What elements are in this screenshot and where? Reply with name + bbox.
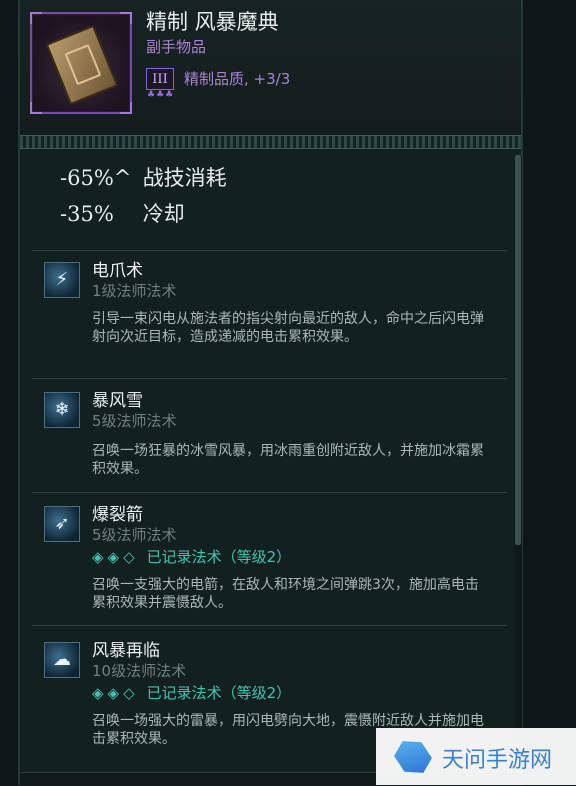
watermark: 天问手游网 xyxy=(376,728,576,785)
section-divider xyxy=(32,250,507,251)
recorded-spell-label: 已记录法术（等级2） xyxy=(146,684,292,702)
skill-level: 5级法师法术 xyxy=(92,412,177,430)
stat-list: -65%^ 战技消耗 -35% 冷却 xyxy=(20,150,521,250)
stat-label: 战技消耗 xyxy=(142,166,227,190)
section-divider xyxy=(32,378,507,379)
bursting-arrow-icon: ➶ xyxy=(44,506,80,542)
stat-value: -35% xyxy=(60,202,114,226)
skill-name: 风暴再临 xyxy=(92,641,160,661)
watermark-text: 天问手游网 xyxy=(442,748,553,773)
skill-entry[interactable]: ❄ 暴风雪 5级法师法术 召唤一场狂暴的冰雪风暴，用冰雨重创附近敌人，并施加冰霜… xyxy=(32,386,497,486)
stat-value: -65%^ xyxy=(60,166,132,190)
scrollbar[interactable] xyxy=(514,155,522,780)
skill-description: 引导一束闪电从施法者的指尖射向最近的敌人，命中之后闪电弹射向次近目标，造成递减的… xyxy=(92,311,484,345)
skill-entry[interactable]: ⚡ 电爪术 1级法师法术 引导一束闪电从施法者的指尖射向最近的敌人，命中之后闪电… xyxy=(32,256,497,376)
skill-description: 召唤一场狂暴的冰雪风暴，用冰雨重创附近敌人，并施加冰霜累积效果。 xyxy=(92,443,484,477)
item-name: 精制 风暴魔典 xyxy=(146,10,279,34)
hexagon-logo-icon xyxy=(390,734,436,780)
skill-entry[interactable]: ➶ 爆裂箭 5级法师法术 ◈◈◇ 已记录法术（等级2） 召唤一支强大的电箭，在敌人… xyxy=(32,500,497,620)
skill-name: 暴风雪 xyxy=(92,391,143,411)
skill-level: 5级法师法术 xyxy=(92,526,177,544)
recorded-spell-label: 已记录法术（等级2） xyxy=(146,548,292,566)
blizzard-icon: ❄ xyxy=(44,392,80,428)
ornament-divider xyxy=(20,135,521,149)
item-tooltip: 精制 风暴魔典 副手物品 III ♣♣♣ 精制品质, +3/3 -65%^ 战技… xyxy=(18,0,523,786)
storm-cloud-icon: ☁ xyxy=(44,642,80,678)
skill-level: 1级法师法术 xyxy=(92,282,177,300)
scroll-thumb[interactable] xyxy=(515,155,521,545)
stat-label: 冷却 xyxy=(142,202,185,226)
skill-level: 10级法师法术 xyxy=(92,662,187,680)
skill-name: 电爪术 xyxy=(92,261,143,281)
item-type: 副手物品 xyxy=(146,38,207,56)
tier-pips: ♣♣♣ xyxy=(147,90,175,100)
book-graphic xyxy=(45,24,119,106)
recorded-gem-icons: ◈◈◇ xyxy=(92,684,139,702)
section-divider xyxy=(32,492,507,493)
recorded-spell: ◈◈◇ 已记录法术（等级2） xyxy=(92,546,291,567)
grimoire-book-icon xyxy=(30,12,132,114)
recorded-spell: ◈◈◇ 已记录法术（等级2） xyxy=(92,682,291,703)
tooltip-header: 精制 风暴魔典 副手物品 III ♣♣♣ 精制品质, +3/3 xyxy=(20,0,521,135)
stat-row: -35% 冷却 xyxy=(60,198,185,228)
skill-description: 召唤一支强大的电箭，在敌人和环境之间弹跳3次，施加高电击累积效果并震慑敌人。 xyxy=(92,577,479,611)
tier-badge: III xyxy=(146,68,174,90)
lightning-claw-icon: ⚡ xyxy=(44,262,80,298)
skill-name: 爆裂箭 xyxy=(92,505,143,525)
stat-row: -65%^ 战技消耗 xyxy=(60,162,227,192)
quality-label: 精制品质, +3/3 xyxy=(184,70,291,88)
recorded-gem-icons: ◈◈◇ xyxy=(92,548,139,566)
section-divider xyxy=(32,625,507,626)
